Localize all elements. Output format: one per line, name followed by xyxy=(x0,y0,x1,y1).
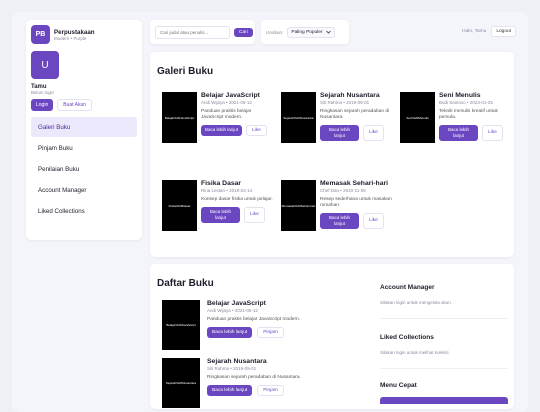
logout-button[interactable]: Logout xyxy=(491,26,516,37)
book-title: Belajar JavaScript xyxy=(207,300,266,307)
gallery-title: Galeri Buku xyxy=(157,66,214,77)
sidebar-item-liked-collections[interactable]: Liked Collections xyxy=(31,201,137,221)
avatar: U xyxy=(31,51,59,79)
chevron-down-icon xyxy=(325,30,331,34)
sort-value: Paling Populer xyxy=(291,29,323,35)
quick-menu-title: Menu Cepat xyxy=(380,382,417,389)
book-meta: Siti Rahma • 2019-09-01 xyxy=(207,366,257,371)
book-meta: Rina Lestari • 2018-03-14 xyxy=(201,188,253,194)
search-button[interactable]: Cari xyxy=(234,27,253,37)
book-meta: Chef Dan • 2020-11-08 xyxy=(320,188,366,194)
like-button[interactable]: Like xyxy=(363,212,384,229)
divider xyxy=(380,368,508,369)
read-more-button[interactable]: Baca lebih lanjut xyxy=(320,124,359,141)
greeting: Halo, Tamu xyxy=(462,29,487,34)
book-meta: Andi Wijaya • 2021-06-12 xyxy=(201,100,252,106)
book-title: Belajar JavaScript xyxy=(201,92,260,99)
sidebar-item-galeri-buku[interactable]: Galeri Buku xyxy=(31,117,137,137)
search-input[interactable] xyxy=(155,25,230,39)
sidebar-item-pinjam-buku[interactable]: Pinjam Buku xyxy=(31,138,137,158)
login-button[interactable]: Login xyxy=(31,99,54,111)
read-more-button[interactable]: Baca lebih lanjut xyxy=(207,385,253,396)
list-item: Belajar%20JavaScript Belajar JavaScript … xyxy=(162,300,362,350)
gallery-card: Belajar%20JavaScript Belajar JavaScript … xyxy=(162,92,273,170)
sidebar-item-account-manager[interactable]: Account Manager xyxy=(31,180,137,200)
liked-collections-text: Silakan login untuk melihat koleksi. xyxy=(380,350,450,355)
read-more-button[interactable]: Baca lebih lanjut xyxy=(201,124,243,136)
book-description: Ringkasan sejarah peradaban di Nusantara… xyxy=(207,375,301,380)
book-description: Panduan praktis belajar JavaScript moder… xyxy=(201,108,252,120)
gallery-card: Seni%20Menulis Seni Menulis Budi Santoso… xyxy=(400,92,511,170)
brand-name: Perpustakaan xyxy=(54,28,95,36)
book-title: Memasak Sehari-hari xyxy=(320,180,389,187)
divider xyxy=(380,318,508,319)
book-meta: Siti Rahma • 2019-09-01 xyxy=(320,100,370,106)
like-button[interactable]: Like xyxy=(363,124,384,141)
borrow-button[interactable]: Pinjam xyxy=(257,385,284,396)
quick-menu-button[interactable] xyxy=(380,397,508,404)
like-button[interactable]: Like xyxy=(246,124,267,136)
read-more-button[interactable]: Baca lebih lanjut xyxy=(201,206,240,223)
topbar-user: Halo, Tamu Logout xyxy=(462,26,516,37)
sidebar: PB Perpustakaan Modern • Purple U Tamu B… xyxy=(26,20,142,240)
book-cover[interactable]: Fisika%20Dasar xyxy=(162,180,197,231)
book-cover[interactable]: Memasak%20Sehari-hari xyxy=(281,180,316,231)
book-title: Seni Menulis xyxy=(439,92,481,99)
book-cover[interactable]: Sejarah%20Nusantara xyxy=(281,92,316,143)
book-description: Resep sederhana untuk masakan rumahan. xyxy=(320,196,392,208)
borrow-button[interactable]: Pinjam xyxy=(257,327,284,338)
book-title: Sejarah Nusantara xyxy=(207,358,267,365)
sort-label: Urutkan: xyxy=(266,29,284,35)
like-button[interactable]: Like xyxy=(244,206,265,223)
book-cover[interactable]: Belajar%20JavaScript xyxy=(162,300,200,350)
quick-menu-card: Menu Cepat xyxy=(380,382,508,404)
book-meta: Andi Wijaya • 2021-06-12 xyxy=(207,308,258,313)
sort-bar: Urutkan: Paling Populer xyxy=(261,20,349,44)
book-cover[interactable]: Seni%20Menulis xyxy=(400,92,435,143)
brand: PB Perpustakaan Modern • Purple xyxy=(31,25,137,44)
book-meta: Budi Santoso • 2023-01-25 xyxy=(439,100,493,106)
sidebar-nav: Galeri Buku Pinjam Buku Penilaian Buku A… xyxy=(31,117,137,221)
brand-logo: PB xyxy=(31,25,50,44)
read-more-button[interactable]: Baca lebih lanjut xyxy=(320,212,359,229)
book-title: Sejarah Nusantara xyxy=(320,92,380,99)
register-button[interactable]: Buat Akun xyxy=(57,99,93,111)
list-item: Sejarah%20Nusantara Sejarah Nusantara Si… xyxy=(162,358,362,408)
account-manager-card: Account Manager Silakan login untuk meng… xyxy=(380,284,508,305)
account-manager-text: Silakan login untuk mengelola akun. xyxy=(380,300,453,305)
book-description: Teknik menulis kreatif untuk pemula. xyxy=(439,108,498,120)
book-cover[interactable]: Sejarah%20Nusantara xyxy=(162,358,200,408)
gallery-card: Sejarah%20Nusantara Sejarah Nusantara Si… xyxy=(281,92,392,170)
gallery-card: Memasak%20Sehari-hari Memasak Sehari-har… xyxy=(281,180,392,258)
book-list-title: Daftar Buku xyxy=(157,278,214,289)
read-more-button[interactable]: Baca lebih lanjut xyxy=(207,327,253,338)
brand-subtitle: Modern • Purple xyxy=(54,35,87,41)
book-cover[interactable]: Belajar%20JavaScript xyxy=(162,92,197,143)
sidebar-item-penilaian-buku[interactable]: Penilaian Buku xyxy=(31,159,137,179)
liked-collections-title: Liked Collections xyxy=(380,334,434,341)
read-more-button[interactable]: Baca lebih lanjut xyxy=(439,124,478,141)
user-status: Belum login xyxy=(31,90,54,95)
book-title: Fisika Dasar xyxy=(201,180,242,187)
book-description: Konsep dasar fisika untuk pelajar. xyxy=(201,196,273,202)
book-description: Ringkasan sejarah peradaban di Nusantara… xyxy=(320,108,390,120)
search-bar: Cari xyxy=(150,20,255,44)
like-button[interactable]: Like xyxy=(482,124,503,141)
gallery-panel: Galeri Buku Belajar%20JavaScript Belajar… xyxy=(150,52,514,257)
account-manager-title: Account Manager xyxy=(380,284,435,291)
book-description: Panduan praktis belajar JavaScript moder… xyxy=(207,317,301,322)
sort-select[interactable]: Paling Populer xyxy=(287,26,335,38)
gallery-card: Fisika%20Dasar Fisika Dasar Rina Lestari… xyxy=(162,180,273,258)
liked-collections-card: Liked Collections Silakan login untuk me… xyxy=(380,334,508,355)
